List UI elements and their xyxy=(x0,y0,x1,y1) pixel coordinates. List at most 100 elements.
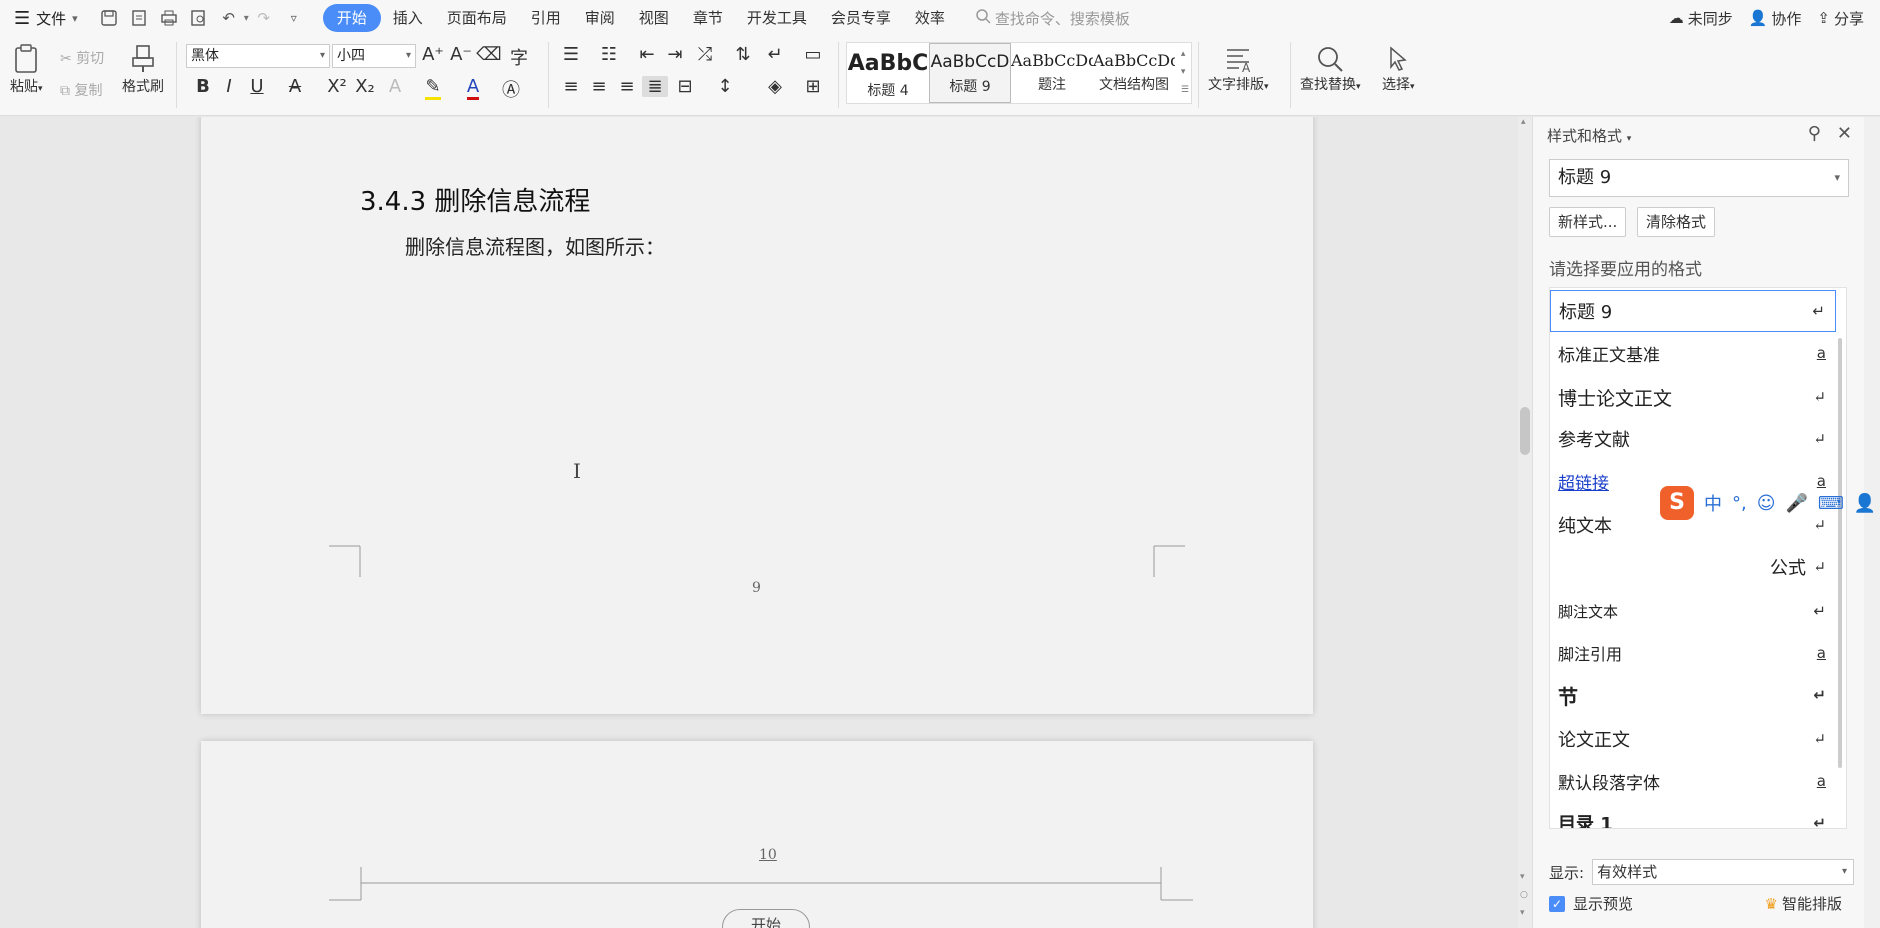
bullet-list-icon[interactable]: ☰ xyxy=(558,44,584,65)
strikethrough-icon[interactable]: A xyxy=(282,76,308,97)
tab-member[interactable]: 会员专享 xyxy=(819,4,903,32)
panel-title[interactable]: 样式和格式 ▾ xyxy=(1547,125,1631,146)
style-document-map[interactable]: AaBbCcDd 文档结构图 xyxy=(1093,43,1175,103)
style-item-default-font[interactable]: 默认段落字体 a xyxy=(1550,760,1836,802)
subscript-icon[interactable]: X₂ xyxy=(352,76,378,97)
scroll-up-icon[interactable]: ▴ xyxy=(1521,117,1526,127)
distribute-icon[interactable]: ⊟ xyxy=(672,76,698,97)
tab-start[interactable]: 开始 xyxy=(322,4,381,32)
sync-button[interactable]: ☁ 未同步 xyxy=(1669,8,1733,29)
style-item-thesis-body[interactable]: 博士论文正文 ↵ xyxy=(1550,376,1836,418)
document-scrollbar[interactable]: ▴ ▾ ○ ▾ xyxy=(1518,117,1532,928)
style-item-heading-9[interactable]: 标题 9 ↵ xyxy=(1550,290,1836,332)
style-list-scrollbar[interactable] xyxy=(1836,338,1846,778)
border-icon[interactable]: ⊞ xyxy=(800,76,826,97)
ime-mode[interactable]: 中 xyxy=(1704,490,1722,516)
style-heading-9[interactable]: AaBbCcD 标题 9 xyxy=(929,43,1011,103)
microphone-icon[interactable]: 🎤 xyxy=(1786,493,1808,514)
print-preview-icon[interactable] xyxy=(188,7,210,29)
select-button[interactable]: 选择▾ xyxy=(1382,44,1415,94)
save-icon[interactable] xyxy=(98,7,120,29)
tab-chapter[interactable]: 章节 xyxy=(681,4,735,32)
text-layout-button[interactable]: A 文字排版▾ xyxy=(1208,44,1269,94)
tab-review[interactable]: 审阅 xyxy=(573,4,627,32)
style-heading-4[interactable]: AaBbC 标题 4 xyxy=(847,43,929,103)
format-painter-button[interactable]: 格式刷 xyxy=(122,44,164,96)
sogou-logo-icon[interactable]: S xyxy=(1660,486,1694,520)
tab-developer[interactable]: 开发工具 xyxy=(735,4,819,32)
char-border-icon[interactable]: Ⓐ xyxy=(498,76,524,102)
eraser-icon[interactable]: ⌫ xyxy=(476,44,502,65)
tab-references[interactable]: 引用 xyxy=(519,4,573,32)
text-effect-icon[interactable]: A xyxy=(382,76,408,97)
bold-icon[interactable]: B xyxy=(190,76,216,97)
ime-punctuation[interactable]: °, xyxy=(1732,493,1747,514)
increase-indent-icon[interactable]: ⇥ xyxy=(662,44,688,65)
paste-button[interactable]: 粘贴▾ xyxy=(10,44,43,96)
grow-font-icon[interactable]: A⁺ xyxy=(420,44,446,65)
shrink-font-icon[interactable]: A⁻ xyxy=(448,44,474,65)
phonetic-guide-icon[interactable]: 字 xyxy=(506,44,532,70)
tab-page-layout[interactable]: 页面布局 xyxy=(435,4,519,32)
style-item-toc-1[interactable]: 目录 1 ↵ xyxy=(1550,802,1836,828)
justify-icon[interactable]: ≣ xyxy=(642,76,668,97)
page-nav-icon[interactable]: ▾ ○ ▾ xyxy=(1520,868,1528,922)
decrease-indent-icon[interactable]: ⇤ xyxy=(634,44,660,65)
align-left-icon[interactable]: ≡ xyxy=(558,76,584,97)
command-search[interactable]: 查找命令、搜索模板 xyxy=(975,8,1130,29)
page[interactable]: 3.4.3 删除信息流程 删除信息流程图，如图所示： I 9 xyxy=(201,117,1313,714)
superscript-icon[interactable]: X² xyxy=(324,76,350,97)
shading-icon[interactable]: ◈ xyxy=(762,76,788,97)
document-canvas[interactable]: 3.4.3 删除信息流程 删除信息流程图，如图所示： I 9 10 开始 xyxy=(0,117,1518,928)
customize-toolbar-icon[interactable]: ▿ xyxy=(283,7,305,29)
clear-format-button[interactable]: 清除格式 xyxy=(1637,207,1716,237)
undo-icon[interactable]: ↶ xyxy=(218,7,240,29)
new-style-button[interactable]: 新样式... xyxy=(1549,207,1627,237)
italic-icon[interactable]: I xyxy=(216,76,242,97)
underline-icon[interactable]: U xyxy=(244,76,270,97)
style-item-thesis-text[interactable]: 论文正文 ↵ xyxy=(1550,718,1836,760)
cut-button[interactable]: ✂ 剪切 xyxy=(60,48,104,68)
line-spacing-icon[interactable]: ↕ xyxy=(712,76,738,97)
redo-icon[interactable]: ↷ xyxy=(253,7,275,29)
share-button[interactable]: ⇪ 分享 xyxy=(1817,8,1864,29)
style-caption[interactable]: AaBbCcDd 题注 xyxy=(1011,43,1093,103)
tab-insert[interactable]: 插入 xyxy=(381,4,435,32)
ruler-icon[interactable]: ▭ xyxy=(800,44,826,65)
page[interactable]: 10 xyxy=(201,741,1313,928)
current-style-select[interactable]: 标题 9 ▾ xyxy=(1549,159,1849,197)
pin-icon[interactable]: ⚲ xyxy=(1808,123,1821,144)
scrollbar-thumb[interactable] xyxy=(1838,338,1842,768)
keyboard-icon[interactable]: ⌨ xyxy=(1818,493,1844,514)
tab-view[interactable]: 视图 xyxy=(627,4,681,32)
smart-layout-button[interactable]: ♛ 智能排版 xyxy=(1765,893,1842,914)
print-icon[interactable] xyxy=(158,7,180,29)
flowchart-start-node[interactable]: 开始 xyxy=(722,909,810,928)
close-icon[interactable]: ✕ xyxy=(1837,123,1852,144)
font-size-select[interactable]: 小四 ▾ xyxy=(332,44,416,68)
text-direction-icon[interactable]: ⤮ xyxy=(692,44,718,65)
scrollbar-thumb[interactable] xyxy=(1520,407,1530,455)
show-marks-icon[interactable]: ↵ xyxy=(762,44,788,65)
section-heading[interactable]: 3.4.3 删除信息流程 xyxy=(360,181,590,218)
align-center-icon[interactable]: ≡ xyxy=(586,76,612,97)
highlight-icon[interactable]: ✎ xyxy=(420,76,446,100)
undo-dropdown-icon[interactable]: ▾ xyxy=(244,13,249,24)
export-pdf-icon[interactable] xyxy=(128,7,150,29)
style-item-footnote-text[interactable]: 脚注文本 ↵ xyxy=(1550,590,1836,632)
emoji-icon[interactable]: ☺ xyxy=(1757,493,1776,514)
body-paragraph[interactable]: 删除信息流程图，如图所示： xyxy=(405,231,665,260)
gallery-scroll-icon[interactable]: ▴ ▾ ☰ xyxy=(1181,45,1189,99)
copy-button[interactable]: ⧉ 复制 xyxy=(60,80,102,100)
collab-button[interactable]: 👤 协作 xyxy=(1749,8,1802,29)
sort-icon[interactable]: ⇅ xyxy=(730,44,756,65)
style-item-standard-body[interactable]: 标准正文基准 a xyxy=(1550,332,1836,374)
checkbox-checked-icon[interactable]: ✓ xyxy=(1549,895,1565,912)
style-item-footnote-ref[interactable]: 脚注引用 a xyxy=(1550,632,1836,674)
font-name-select[interactable]: 黑体 ▾ xyxy=(186,44,330,68)
user-icon[interactable]: 👤 xyxy=(1854,493,1876,514)
style-item-section[interactable]: 节 ↵ xyxy=(1550,674,1836,716)
align-right-icon[interactable]: ≡ xyxy=(614,76,640,97)
style-item-formula[interactable]: 公式 ↵ xyxy=(1550,546,1836,588)
show-preview-toggle[interactable]: ✓ 显示预览 xyxy=(1549,893,1633,914)
